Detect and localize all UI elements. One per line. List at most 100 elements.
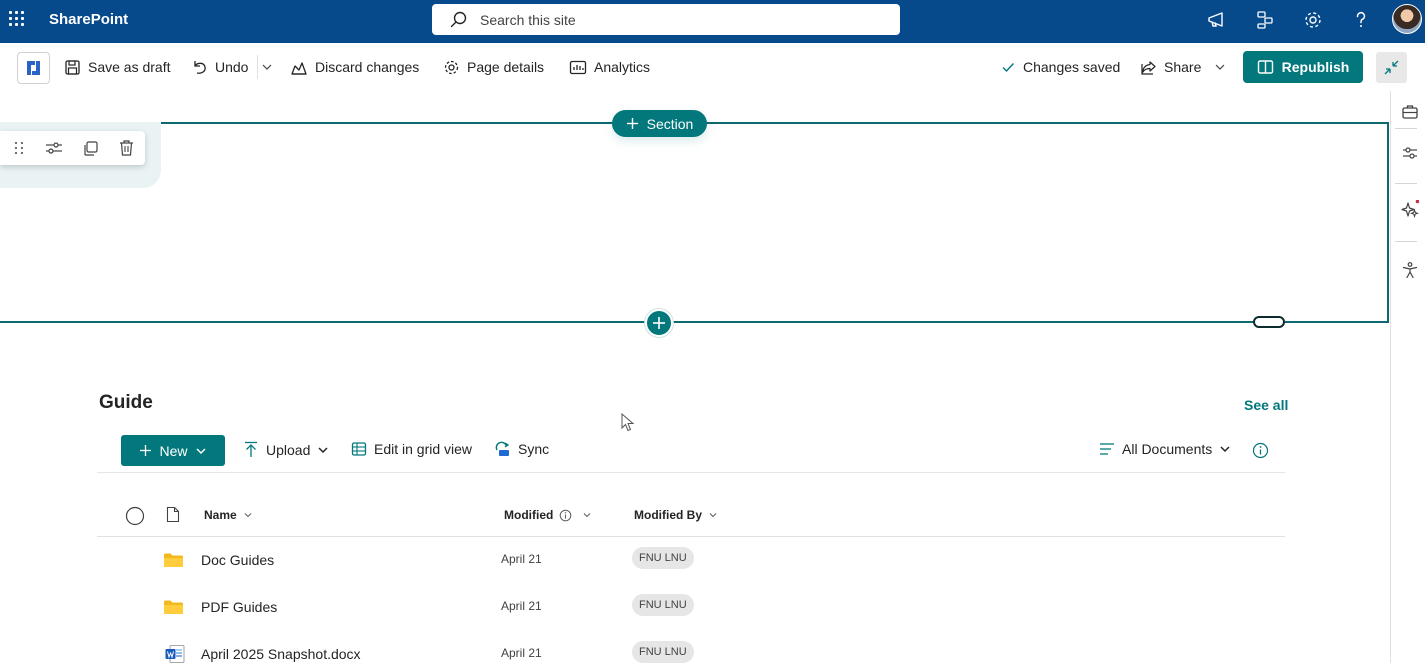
megaphone-icon[interactable] bbox=[1206, 9, 1228, 31]
discard-changes-button[interactable]: Discard changes bbox=[290, 58, 419, 76]
upload-button[interactable]: Upload bbox=[243, 441, 329, 458]
modified-by-persona[interactable]: FNU LNU bbox=[632, 641, 694, 663]
add-webpart-button[interactable] bbox=[645, 309, 673, 337]
divider bbox=[1395, 128, 1417, 129]
sync-icon bbox=[495, 441, 510, 456]
republish-button[interactable]: Republish bbox=[1243, 51, 1363, 83]
chevron-down-icon bbox=[195, 447, 206, 454]
search-box[interactable]: Search this site bbox=[432, 4, 900, 35]
sync-label: Sync bbox=[518, 441, 550, 457]
upload-label: Upload bbox=[266, 441, 311, 458]
feedback-icon[interactable] bbox=[1254, 9, 1276, 31]
undo-icon bbox=[194, 60, 206, 74]
file-name[interactable]: April 2025 Snapshot.docx bbox=[201, 646, 361, 662]
plus-icon bbox=[653, 317, 665, 329]
folder-icon bbox=[164, 553, 183, 567]
share-button[interactable]: Share bbox=[1140, 58, 1226, 76]
delete-icon[interactable] bbox=[118, 139, 135, 157]
plus-icon bbox=[626, 118, 638, 129]
accessibility-icon[interactable] bbox=[1401, 261, 1419, 279]
help-icon[interactable] bbox=[1350, 9, 1372, 31]
settings-sliders-icon[interactable] bbox=[1401, 144, 1419, 162]
collapse-arrows-icon bbox=[1384, 60, 1399, 75]
column-header-name-label: Name bbox=[204, 508, 237, 522]
modified-by-persona[interactable]: FNU LNU bbox=[632, 594, 694, 616]
column-header-name[interactable]: Name bbox=[204, 508, 253, 522]
undo-button[interactable]: Undo bbox=[191, 58, 248, 76]
analytics-button[interactable]: Analytics bbox=[569, 58, 650, 76]
divider bbox=[257, 55, 258, 79]
view-list-icon bbox=[1100, 443, 1114, 455]
file-name[interactable]: PDF Guides bbox=[201, 599, 277, 615]
edit-grid-view-label: Edit in grid view bbox=[374, 441, 473, 457]
checkmark-icon bbox=[1002, 63, 1015, 73]
chevron-down-icon bbox=[1215, 64, 1225, 70]
search-placeholder: Search this site bbox=[480, 12, 576, 28]
sync-button[interactable]: Sync bbox=[493, 441, 549, 457]
view-selector[interactable]: All Documents bbox=[1099, 441, 1231, 457]
analytics-icon bbox=[569, 60, 587, 74]
mouse-cursor-icon bbox=[621, 413, 635, 432]
new-button[interactable]: New bbox=[121, 435, 225, 466]
save-status: Changes saved bbox=[1000, 58, 1120, 76]
chevron-down-icon bbox=[244, 513, 252, 518]
edit-section-icon[interactable] bbox=[45, 140, 63, 156]
info-icon[interactable] bbox=[1252, 442, 1269, 459]
add-section-label: Section bbox=[646, 115, 694, 132]
search-icon bbox=[450, 11, 467, 28]
site-logo[interactable] bbox=[17, 52, 50, 84]
modified-by-persona[interactable]: FNU LNU bbox=[632, 547, 694, 569]
edit-grid-view-button[interactable]: Edit in grid view bbox=[351, 441, 472, 457]
gear-icon[interactable] bbox=[1302, 9, 1324, 31]
select-all-checkbox[interactable] bbox=[125, 506, 145, 526]
avatar[interactable] bbox=[1392, 4, 1422, 34]
see-all-link[interactable]: See all bbox=[1244, 397, 1288, 413]
library-title: Guide bbox=[99, 392, 153, 413]
modified-date: April 21 bbox=[501, 646, 542, 660]
copilot-sparkle-icon[interactable] bbox=[1401, 200, 1419, 218]
site-logo-icon bbox=[27, 61, 40, 75]
file-name[interactable]: Doc Guides bbox=[201, 552, 274, 568]
save-draft-label: Save as draft bbox=[88, 59, 171, 75]
chevron-down-icon bbox=[318, 446, 328, 453]
file-type-icon[interactable] bbox=[166, 506, 180, 523]
column-header-modified[interactable]: Modified bbox=[504, 508, 592, 522]
app-launcher-icon[interactable] bbox=[9, 11, 25, 27]
grid-icon bbox=[351, 442, 367, 456]
collapse-button[interactable] bbox=[1376, 52, 1407, 83]
republish-label: Republish bbox=[1281, 59, 1350, 75]
add-section-button[interactable]: Section bbox=[612, 110, 707, 137]
section-resize-handle[interactable] bbox=[1253, 316, 1285, 328]
folder-icon bbox=[164, 600, 183, 614]
modified-date: April 21 bbox=[501, 552, 542, 566]
upload-icon bbox=[245, 441, 257, 457]
discard-icon bbox=[291, 61, 307, 75]
app-name[interactable]: SharePoint bbox=[49, 11, 128, 28]
share-label: Share bbox=[1164, 59, 1202, 75]
chevron-down-icon[interactable] bbox=[261, 62, 273, 72]
info-icon bbox=[560, 509, 572, 521]
plus-icon bbox=[140, 445, 152, 456]
column-header-modified-by[interactable]: Modified By bbox=[634, 508, 718, 522]
column-header-modified-by-label: Modified By bbox=[634, 508, 702, 522]
column-header-modified-label: Modified bbox=[504, 508, 554, 522]
chevron-down-icon bbox=[709, 513, 717, 518]
page-section[interactable] bbox=[0, 122, 1389, 323]
gear-icon bbox=[444, 60, 459, 74]
page-details-button[interactable]: Page details bbox=[443, 58, 544, 76]
modified-date: April 21 bbox=[501, 599, 542, 613]
word-document-icon bbox=[165, 645, 185, 663]
right-toolbox-rail bbox=[1390, 91, 1425, 663]
save-icon bbox=[65, 59, 80, 75]
duplicate-icon[interactable] bbox=[82, 140, 99, 157]
save-status-label: Changes saved bbox=[1023, 59, 1121, 75]
analytics-label: Analytics bbox=[594, 59, 651, 75]
save-draft-button[interactable]: Save as draft bbox=[64, 58, 171, 76]
suite-bar: SharePoint Search this site bbox=[0, 0, 1425, 43]
share-icon bbox=[1141, 60, 1156, 75]
divider bbox=[97, 536, 1285, 537]
discard-label: Discard changes bbox=[315, 59, 420, 75]
toolbox-icon[interactable] bbox=[1401, 103, 1419, 121]
drag-handle-icon[interactable] bbox=[12, 140, 26, 156]
divider bbox=[1395, 183, 1417, 184]
